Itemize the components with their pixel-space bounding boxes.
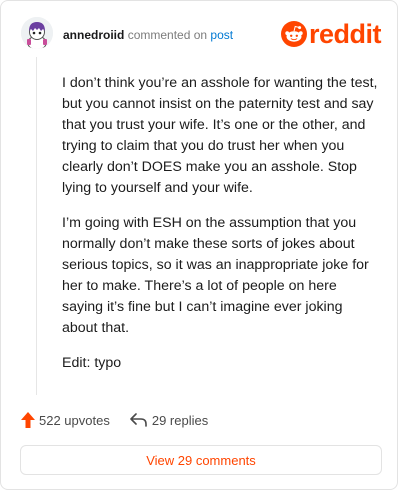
reply-count: 29 replies (151, 412, 209, 428)
comment-card: annedroiid commented on post reddit I do… (0, 0, 398, 490)
view-comments-button[interactable]: View 29 comments (20, 445, 382, 475)
comment-meta: annedroiid commented on post (63, 28, 233, 42)
thread-line[interactable] (36, 57, 37, 395)
comment-header: annedroiid commented on post reddit (21, 17, 382, 53)
reddit-wordmark: reddit (308, 19, 382, 49)
comment-paragraph: Edit: typo (62, 355, 122, 371)
user-avatar[interactable] (21, 17, 53, 49)
post-link[interactable]: post (210, 28, 233, 42)
author-username[interactable]: annedroiid (63, 28, 124, 42)
reddit-snoo-icon (280, 21, 307, 47)
comment-paragraph: I don’t think you’re an asshole for want… (62, 75, 378, 196)
comment-action-text: commented on (127, 28, 208, 42)
upvote-count: 522 upvotes (39, 412, 110, 428)
reddit-logo[interactable]: reddit (280, 19, 382, 49)
comment-paragraph: I’m going with ESH on the assumption tha… (62, 215, 369, 336)
avatar-icon (21, 17, 53, 49)
replies-button[interactable]: 29 replies (130, 413, 208, 428)
upvote-arrow-icon (21, 412, 35, 428)
comment-body: I don’t think you’re an asshole for want… (62, 73, 380, 388)
reply-arrow-icon (130, 413, 147, 427)
upvote-button[interactable]: 522 upvotes (21, 412, 110, 428)
comment-footer: 522 upvotes 29 replies (21, 409, 208, 431)
